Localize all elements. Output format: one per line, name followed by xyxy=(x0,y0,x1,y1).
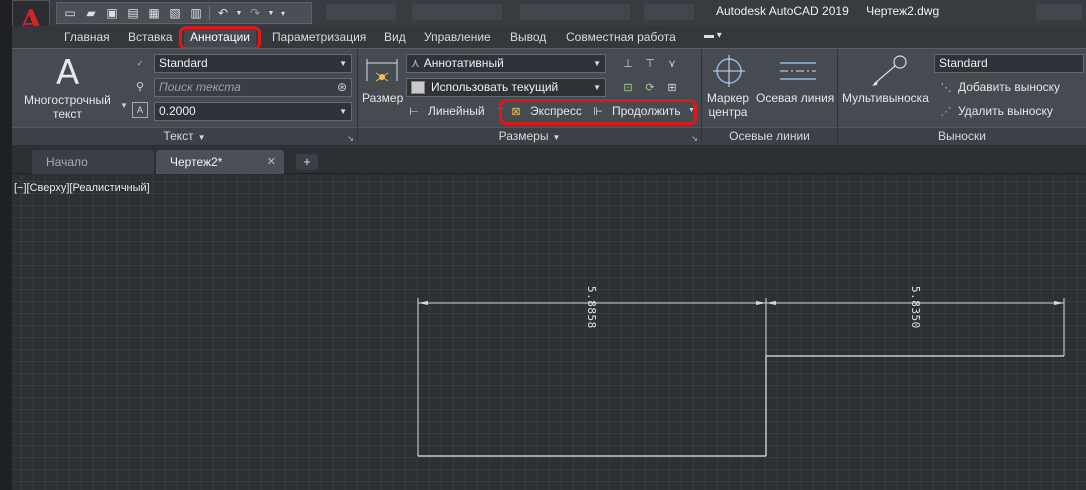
dimension-text[interactable]: 5.8350 xyxy=(909,286,922,329)
dimension-text[interactable]: 5.8858 xyxy=(585,286,598,329)
drawing-geometry xyxy=(417,298,1065,457)
dimension-arrow xyxy=(418,301,428,305)
dimension-arrow xyxy=(766,301,776,305)
dimension-arrow xyxy=(756,301,766,305)
dimension-arrow xyxy=(1054,301,1064,305)
